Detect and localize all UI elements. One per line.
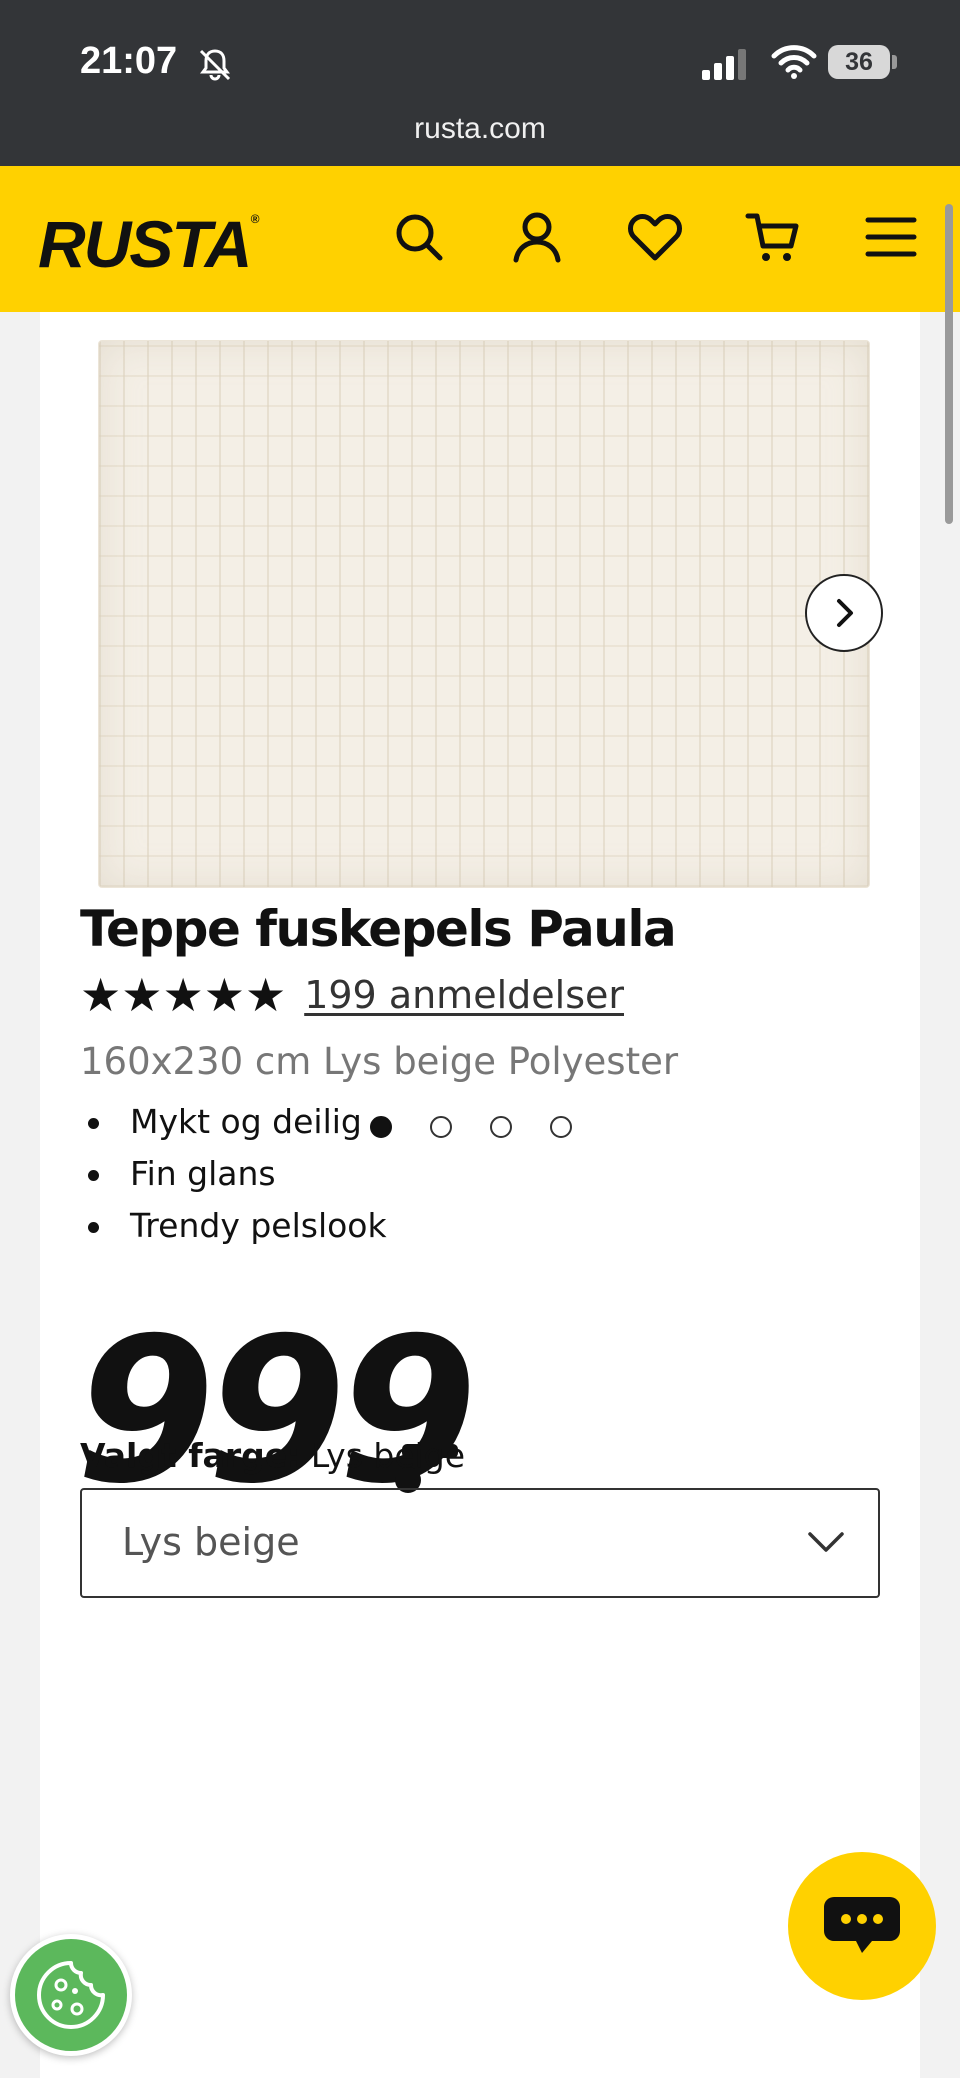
chat-icon <box>824 1897 900 1953</box>
chevron-right-icon <box>837 599 853 627</box>
cart-icon <box>745 213 799 261</box>
gallery-dot-4[interactable] <box>550 1116 572 1138</box>
gallery-next-button[interactable] <box>805 574 883 652</box>
color-select[interactable]: Lys beige <box>80 1488 880 1598</box>
product-image[interactable] <box>98 340 870 888</box>
rating-stars: ★★★★★ <box>80 968 287 1022</box>
rusta-logo[interactable]: RUSTA® <box>38 206 259 282</box>
product-title: Teppe fuskepels Paula <box>80 900 677 958</box>
heart-icon <box>628 214 682 261</box>
bell-muted-icon <box>199 49 231 81</box>
cart-button[interactable] <box>740 204 806 270</box>
account-icon <box>513 212 561 263</box>
logo-registered-mark: ® <box>250 212 259 226</box>
product-spec: 160x230 cm Lys beige Polyester <box>80 1040 679 1083</box>
signal-icon <box>702 49 746 80</box>
product-card: Teppe fuskepels Paula ★★★★★ 199 anmeldel… <box>40 312 920 2078</box>
feature-item: Trendy pelslook <box>80 1200 387 1252</box>
search-button[interactable] <box>386 204 452 270</box>
menu-icon <box>865 217 917 257</box>
reviews-link[interactable]: 199 anmeldelser <box>304 973 624 1017</box>
status-time: 21:07 <box>80 40 178 82</box>
chevron-down-icon <box>808 1532 844 1552</box>
feature-item: Fin glans <box>80 1148 387 1200</box>
cookie-icon <box>37 1961 105 2029</box>
cookie-settings-button[interactable] <box>10 1934 132 2056</box>
selected-color: Valgt farge: Lys beige <box>80 1436 465 1475</box>
feature-list: Mykt og deilig Fin glans Trendy pelslook <box>80 1096 387 1252</box>
selected-color-label: Valgt farge: <box>80 1436 301 1475</box>
gallery-dot-2[interactable] <box>430 1116 452 1138</box>
chat-button[interactable] <box>788 1852 936 2000</box>
feature-item: Mykt og deilig <box>80 1096 387 1148</box>
color-select-value: Lys beige <box>122 1520 300 1564</box>
menu-button[interactable] <box>858 204 924 270</box>
gallery-dots <box>370 1116 572 1138</box>
page-scrollbar[interactable] <box>945 204 953 524</box>
wishlist-button[interactable] <box>622 204 688 270</box>
account-button[interactable] <box>504 204 570 270</box>
search-icon <box>396 214 443 261</box>
selected-color-value: Lys beige <box>310 1436 466 1475</box>
site-header: RUSTA® <box>0 166 960 312</box>
product-rating: ★★★★★ 199 anmeldelser <box>80 972 624 1018</box>
logo-text: RUSTA <box>38 207 252 281</box>
url-bar[interactable]: rusta.com <box>0 112 960 146</box>
gallery-dot-3[interactable] <box>490 1116 512 1138</box>
battery-tip <box>892 55 897 69</box>
battery-icon: 36 <box>828 45 890 79</box>
wifi-icon <box>771 45 817 79</box>
status-bar: 21:07 36 rusta.com <box>0 0 960 166</box>
